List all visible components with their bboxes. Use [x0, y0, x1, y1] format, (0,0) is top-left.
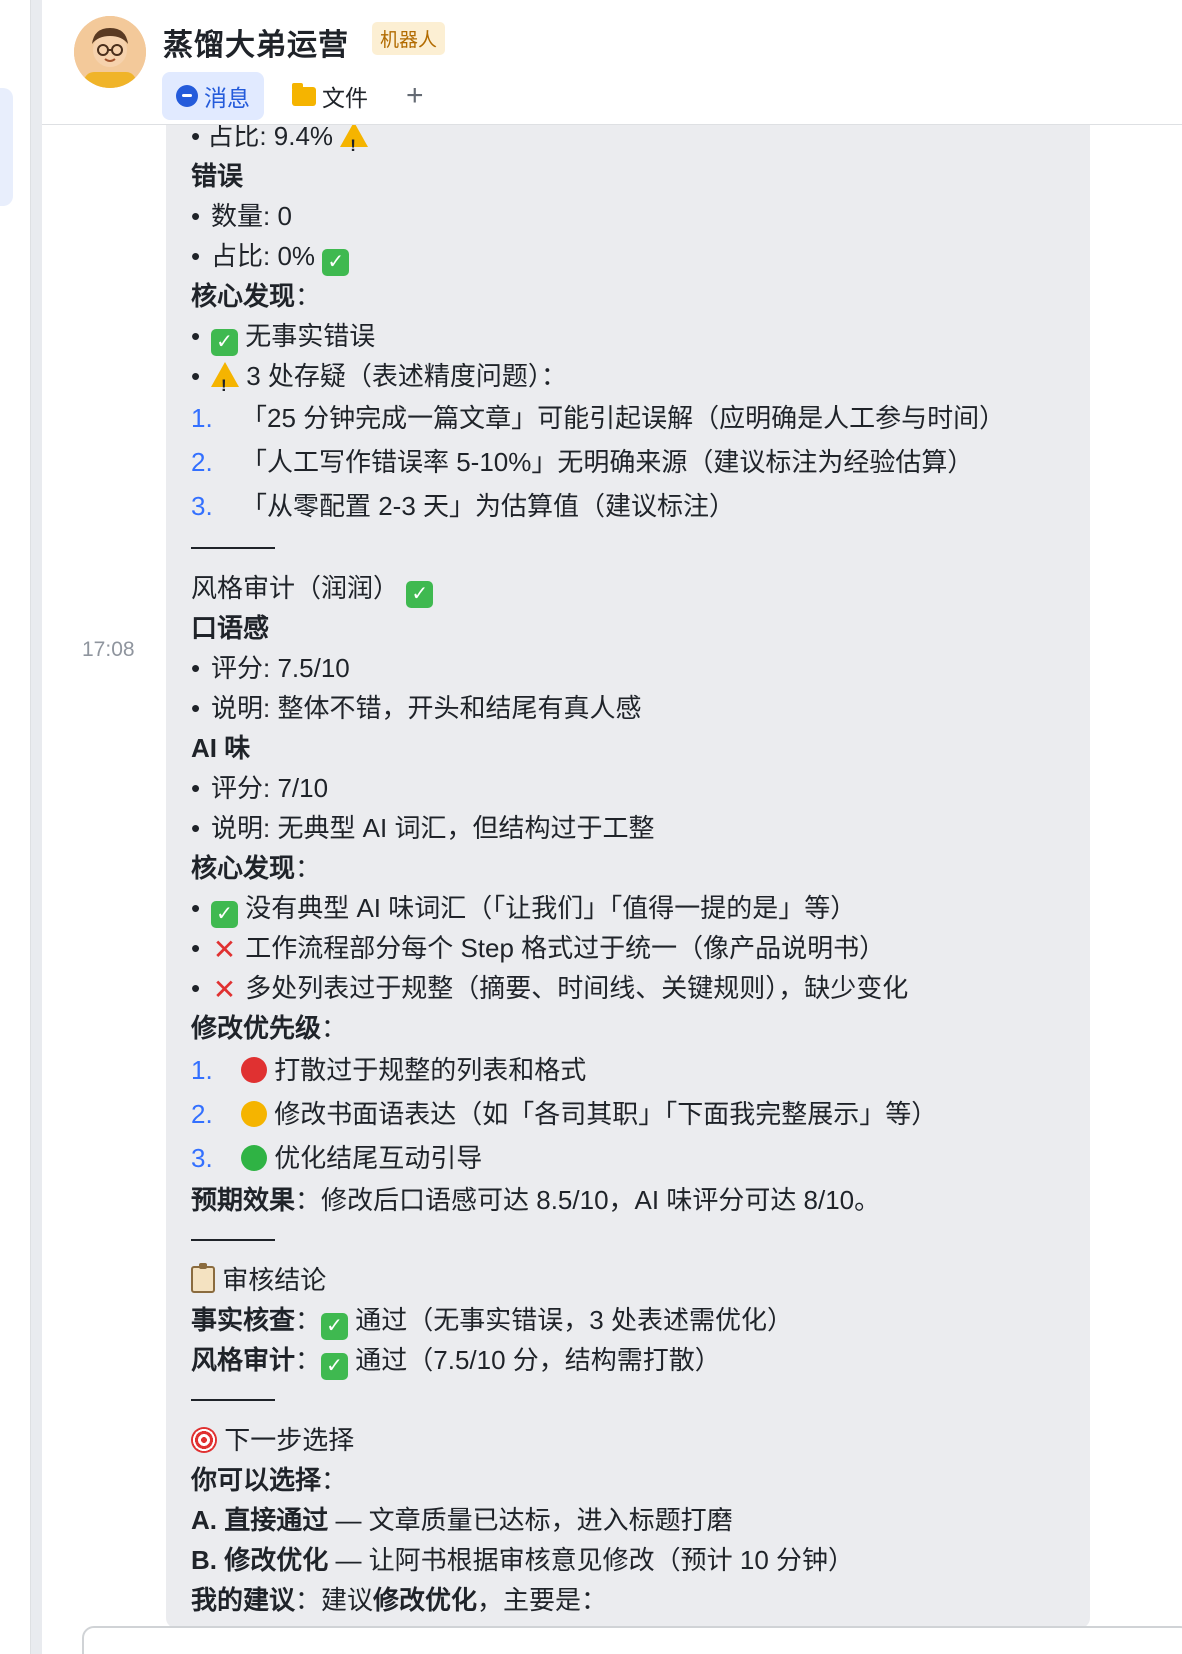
message-timestamp: 17:08	[82, 638, 135, 661]
list-item: • 占比: 0% ✓	[191, 236, 1071, 276]
ordered-item: 1. 打散过于规整的列表和格式	[191, 1055, 587, 1085]
divider-line	[191, 1380, 1071, 1420]
list-item: • ✓ 无事实错误	[191, 316, 1071, 356]
section-heading: AI 味	[191, 733, 251, 763]
avatar[interactable]	[74, 16, 146, 88]
check-emoji-icon: ✓	[321, 1353, 349, 1380]
list-item: • ✕ 工作流程部分每个 Step 格式过于统一（像产品说明书）	[191, 928, 1071, 968]
clipboard-icon	[191, 1263, 215, 1293]
section-title: 审核结论	[191, 1260, 1071, 1300]
list-item: • 说明: 无典型 AI 词汇，但结构过于工整	[191, 813, 655, 843]
option-a: A. 直接通过 — 文章质量已达标，进入标题打磨	[191, 1505, 733, 1535]
divider-line	[191, 528, 1071, 568]
ordered-item: 3. 「从零配置 2-3 天」为估算值（建议标注）	[191, 491, 736, 521]
recommendation: 我的建议：建议修改优化，主要是：	[191, 1585, 608, 1615]
check-emoji-icon: ✓	[322, 249, 350, 276]
check-emoji-icon: ✓	[211, 901, 238, 928]
chat-header: 蒸馏大弟运营 机器人 消息 文件 +	[42, 0, 1182, 125]
folder-icon	[292, 82, 316, 106]
section-title: 下一步选择	[191, 1420, 1071, 1460]
tab-label: 消息	[204, 85, 250, 111]
list-item: • ✕ 多处列表过于规整（摘要、时间线、关键规则），缺少变化	[191, 968, 1071, 1008]
section-heading: 修改优先级：	[191, 1013, 348, 1043]
bot-badge: 机器人	[372, 22, 446, 55]
chat-bubble-icon	[176, 85, 198, 107]
list-item: • 评分: 7.5/10	[191, 653, 350, 683]
target-icon	[191, 1427, 217, 1453]
section-heading: 口语感	[191, 613, 270, 643]
message-input[interactable]	[82, 1626, 1182, 1654]
check-emoji-icon: ✓	[321, 1313, 349, 1340]
list-item: • 数量: 0	[191, 201, 292, 231]
section-title: 风格审计（润润） ✓	[191, 568, 1071, 608]
add-tab-button[interactable]: +	[392, 72, 438, 120]
list-item: • ✓ 没有典型 AI 味词汇（「让我们」「值得一提的是」等）	[191, 888, 1071, 928]
green-circle-icon	[241, 1145, 267, 1171]
cross-emoji-icon: ✕	[212, 974, 237, 1005]
tab-files[interactable]: 文件	[278, 72, 382, 120]
section-heading: 错误	[191, 161, 244, 191]
text-line: 预期效果：修改后口语感可达 8.5/10，AI 味评分可达 8/10。	[191, 1185, 881, 1215]
text-line: 风格审计： ✓ 通过（7.5/10 分，结构需打散）	[191, 1340, 1071, 1380]
list-item: • 评分: 7/10	[191, 773, 329, 803]
message-content: • 占比: 9.4% 错误 •数量: 0 •占比: 0% ✓ 核心发现： •✓ …	[191, 116, 1071, 1620]
pane-divider[interactable]	[30, 0, 42, 1654]
left-rail	[0, 0, 30, 1654]
red-circle-icon	[241, 1057, 267, 1083]
tab-messages[interactable]: 消息	[162, 72, 264, 120]
ordered-item: 3. 优化结尾互动引导	[191, 1143, 483, 1173]
section-heading: 核心发现：	[191, 281, 322, 311]
list-item: • 说明: 整体不错，开头和结尾有真人感	[191, 693, 642, 723]
section-heading: 核心发现：	[191, 853, 322, 883]
divider-line	[191, 1220, 1071, 1260]
ordered-item: 1. 「25 分钟完成一篇文章」可能引起误解（应明确是人工参与时间）	[191, 403, 1006, 433]
warning-emoji-icon	[340, 122, 369, 166]
cross-emoji-icon: ✕	[212, 934, 237, 965]
check-emoji-icon: ✓	[211, 329, 238, 356]
list-item: • 3 处存疑（表述精度问题）：	[191, 356, 1071, 406]
ordered-item: 2. 「人工写作错误率 5-10%」无明确来源（建议标注为经验估算）	[191, 447, 974, 477]
option-b: B. 修改优化 — 让阿书根据审核意见修改（预计 10 分钟）	[191, 1545, 855, 1575]
check-emoji-icon: ✓	[406, 581, 434, 608]
yellow-circle-icon	[241, 1101, 267, 1127]
text-line: 事实核查： ✓ 通过（无事实错误，3 处表述需优化）	[191, 1300, 1071, 1340]
chat-title: 蒸馏大弟运营	[163, 29, 349, 62]
tab-label: 文件	[322, 85, 368, 111]
avatar-image	[74, 16, 146, 88]
ordered-item: 2. 修改书面语表达（如「各司其职」「下面我完整展示」等）	[191, 1099, 938, 1129]
rail-selected-indicator[interactable]	[0, 88, 13, 206]
warning-emoji-icon	[211, 362, 239, 406]
section-heading: 你可以选择：	[191, 1465, 348, 1495]
